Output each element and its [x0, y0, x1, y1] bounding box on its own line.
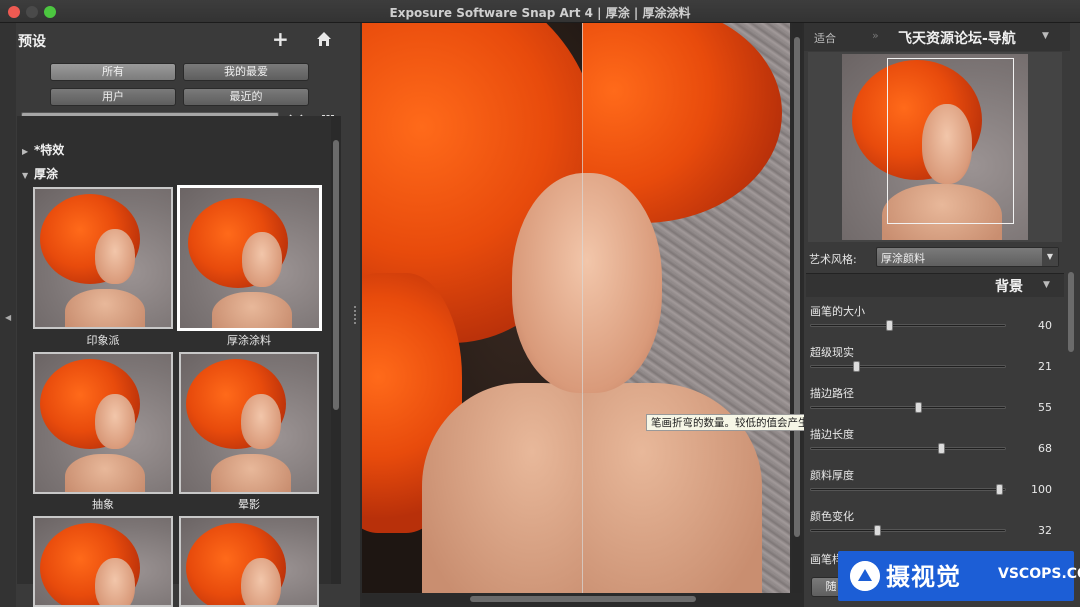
collapse-triangle-icon: ▼: [22, 171, 29, 180]
slider-knob[interactable]: [852, 361, 860, 372]
preset-label: 抽象: [92, 498, 114, 511]
stroke-path-value[interactable]: 55: [1010, 401, 1052, 414]
face-shape: [95, 394, 135, 449]
preset-list-scrollbar[interactable]: [331, 116, 341, 584]
watermark-banner: 摄视觉 VSCOPS.COM: [838, 551, 1080, 601]
filter-favorites-button[interactable]: 我的最爱: [183, 63, 309, 81]
face-shape: [242, 232, 282, 287]
face-shape: [241, 558, 281, 605]
slider-knob[interactable]: [873, 525, 881, 536]
face-shape: [95, 558, 135, 605]
preset-thumbnail[interactable]: [33, 516, 173, 607]
navigator-title: 飞天资源论坛-导航: [898, 31, 1016, 47]
slider-knob[interactable]: [914, 402, 922, 413]
slider-knob[interactable]: [937, 443, 945, 454]
preset-list-scroll-thumb[interactable]: [333, 140, 339, 410]
preset-thumbnail[interactable]: [33, 187, 173, 329]
fit-zoom-button[interactable]: 适合: [814, 30, 836, 46]
canvas-horizontal-scroll-thumb[interactable]: [470, 596, 696, 602]
art-style-value: 厚涂颜料: [881, 252, 925, 265]
super-realism-label: 超级现实: [810, 346, 854, 359]
group-label: 厚涂: [34, 167, 59, 181]
body-shape: [65, 454, 145, 492]
filter-recent-button[interactable]: 最近的: [183, 88, 309, 106]
before-after-split-line[interactable]: [582, 23, 583, 593]
watermark-url: VSCOPS.COM: [998, 566, 1080, 582]
paint-thickness-label: 颜料厚度: [810, 469, 854, 482]
settings-scrollbar[interactable]: [1066, 272, 1076, 352]
navigator-dropdown-icon[interactable]: ▼: [1042, 31, 1049, 41]
stroke-length-label: 描边长度: [810, 428, 854, 441]
preset-thumbnail[interactable]: [179, 352, 319, 494]
slider-knob[interactable]: [996, 484, 1004, 495]
section-title: 背景: [995, 279, 1023, 295]
expand-triangle-icon: ▶: [22, 147, 29, 156]
section-header[interactable]: [806, 273, 1064, 297]
canvas-vertical-scroll-thumb[interactable]: [794, 37, 800, 537]
art-style-label: 艺术风格:: [809, 253, 857, 266]
brand-logo-icon: [850, 561, 880, 591]
body-shape: [211, 454, 291, 492]
canvas-vertical-scrollbar[interactable]: [792, 23, 802, 593]
slider-knob[interactable]: [885, 320, 893, 331]
face-shape: [241, 394, 281, 449]
navigator-view-frame[interactable]: [887, 58, 1014, 224]
title-bar: Exposure Software Snap Art 4 | 厚涂 | 厚涂涂料: [0, 0, 1080, 23]
left-collapse-strip[interactable]: ◀: [0, 23, 16, 607]
canvas-horizontal-scrollbar[interactable]: [362, 594, 790, 604]
stroke-length-value[interactable]: 68: [1010, 442, 1052, 455]
group-effects[interactable]: ▶ *特效: [22, 141, 64, 158]
filter-all-button[interactable]: 所有: [50, 63, 176, 81]
window-title: Exposure Software Snap Art 4 | 厚涂 | 厚涂涂料: [389, 6, 691, 20]
collapse-left-icon[interactable]: ◀: [5, 313, 11, 322]
art-style-select[interactable]: 厚涂颜料 ▼: [876, 247, 1059, 267]
image-canvas[interactable]: [362, 23, 790, 593]
filter-user-button[interactable]: 用户: [50, 88, 176, 106]
watermark-brand: 摄视觉: [886, 563, 961, 591]
super-realism-value[interactable]: 21: [1010, 360, 1052, 373]
super-realism-slider[interactable]: [810, 361, 1006, 372]
color-variation-value[interactable]: 32: [1010, 524, 1052, 537]
stroke-path-label: 描边路径: [810, 387, 854, 400]
add-preset-icon[interactable]: +: [272, 27, 289, 51]
paint-thickness-value[interactable]: 100: [1010, 483, 1052, 496]
double-arrow-icon[interactable]: »: [872, 29, 879, 42]
stroke-length-slider[interactable]: [810, 443, 1006, 454]
brush-size-slider[interactable]: [810, 320, 1006, 331]
preset-label: 印象派: [86, 334, 120, 347]
group-impasto[interactable]: ▼ 厚涂: [22, 165, 58, 182]
body-shape: [212, 292, 292, 328]
section-dropdown-icon[interactable]: ▼: [1043, 280, 1050, 290]
settings-scroll-thumb[interactable]: [1068, 272, 1074, 352]
color-variation-label: 颜色变化: [810, 510, 854, 523]
panel-resize-handle[interactable]: [354, 306, 358, 324]
preset-label: 厚涂涂料: [227, 334, 271, 347]
brush-size-label: 画笔的大小: [810, 305, 865, 318]
color-variation-slider[interactable]: [810, 525, 1006, 536]
original-image-half: [362, 23, 582, 593]
home-icon[interactable]: [316, 31, 332, 47]
preset-thumbnail-selected[interactable]: [177, 185, 322, 331]
preset-label: 晕影: [238, 498, 260, 511]
face-shape: [95, 229, 135, 284]
stroke-path-slider[interactable]: [810, 402, 1006, 413]
paint-thickness-slider[interactable]: [810, 484, 1006, 495]
painted-image-half: [582, 23, 790, 593]
brush-size-value[interactable]: 40: [1010, 319, 1052, 332]
preset-thumbnail[interactable]: [179, 516, 319, 607]
presets-title: 预设: [18, 34, 46, 50]
body-shape: [65, 289, 145, 327]
preset-thumbnail[interactable]: [33, 352, 173, 494]
group-label: *特效: [34, 143, 65, 157]
chevron-down-icon: ▼: [1042, 248, 1058, 266]
